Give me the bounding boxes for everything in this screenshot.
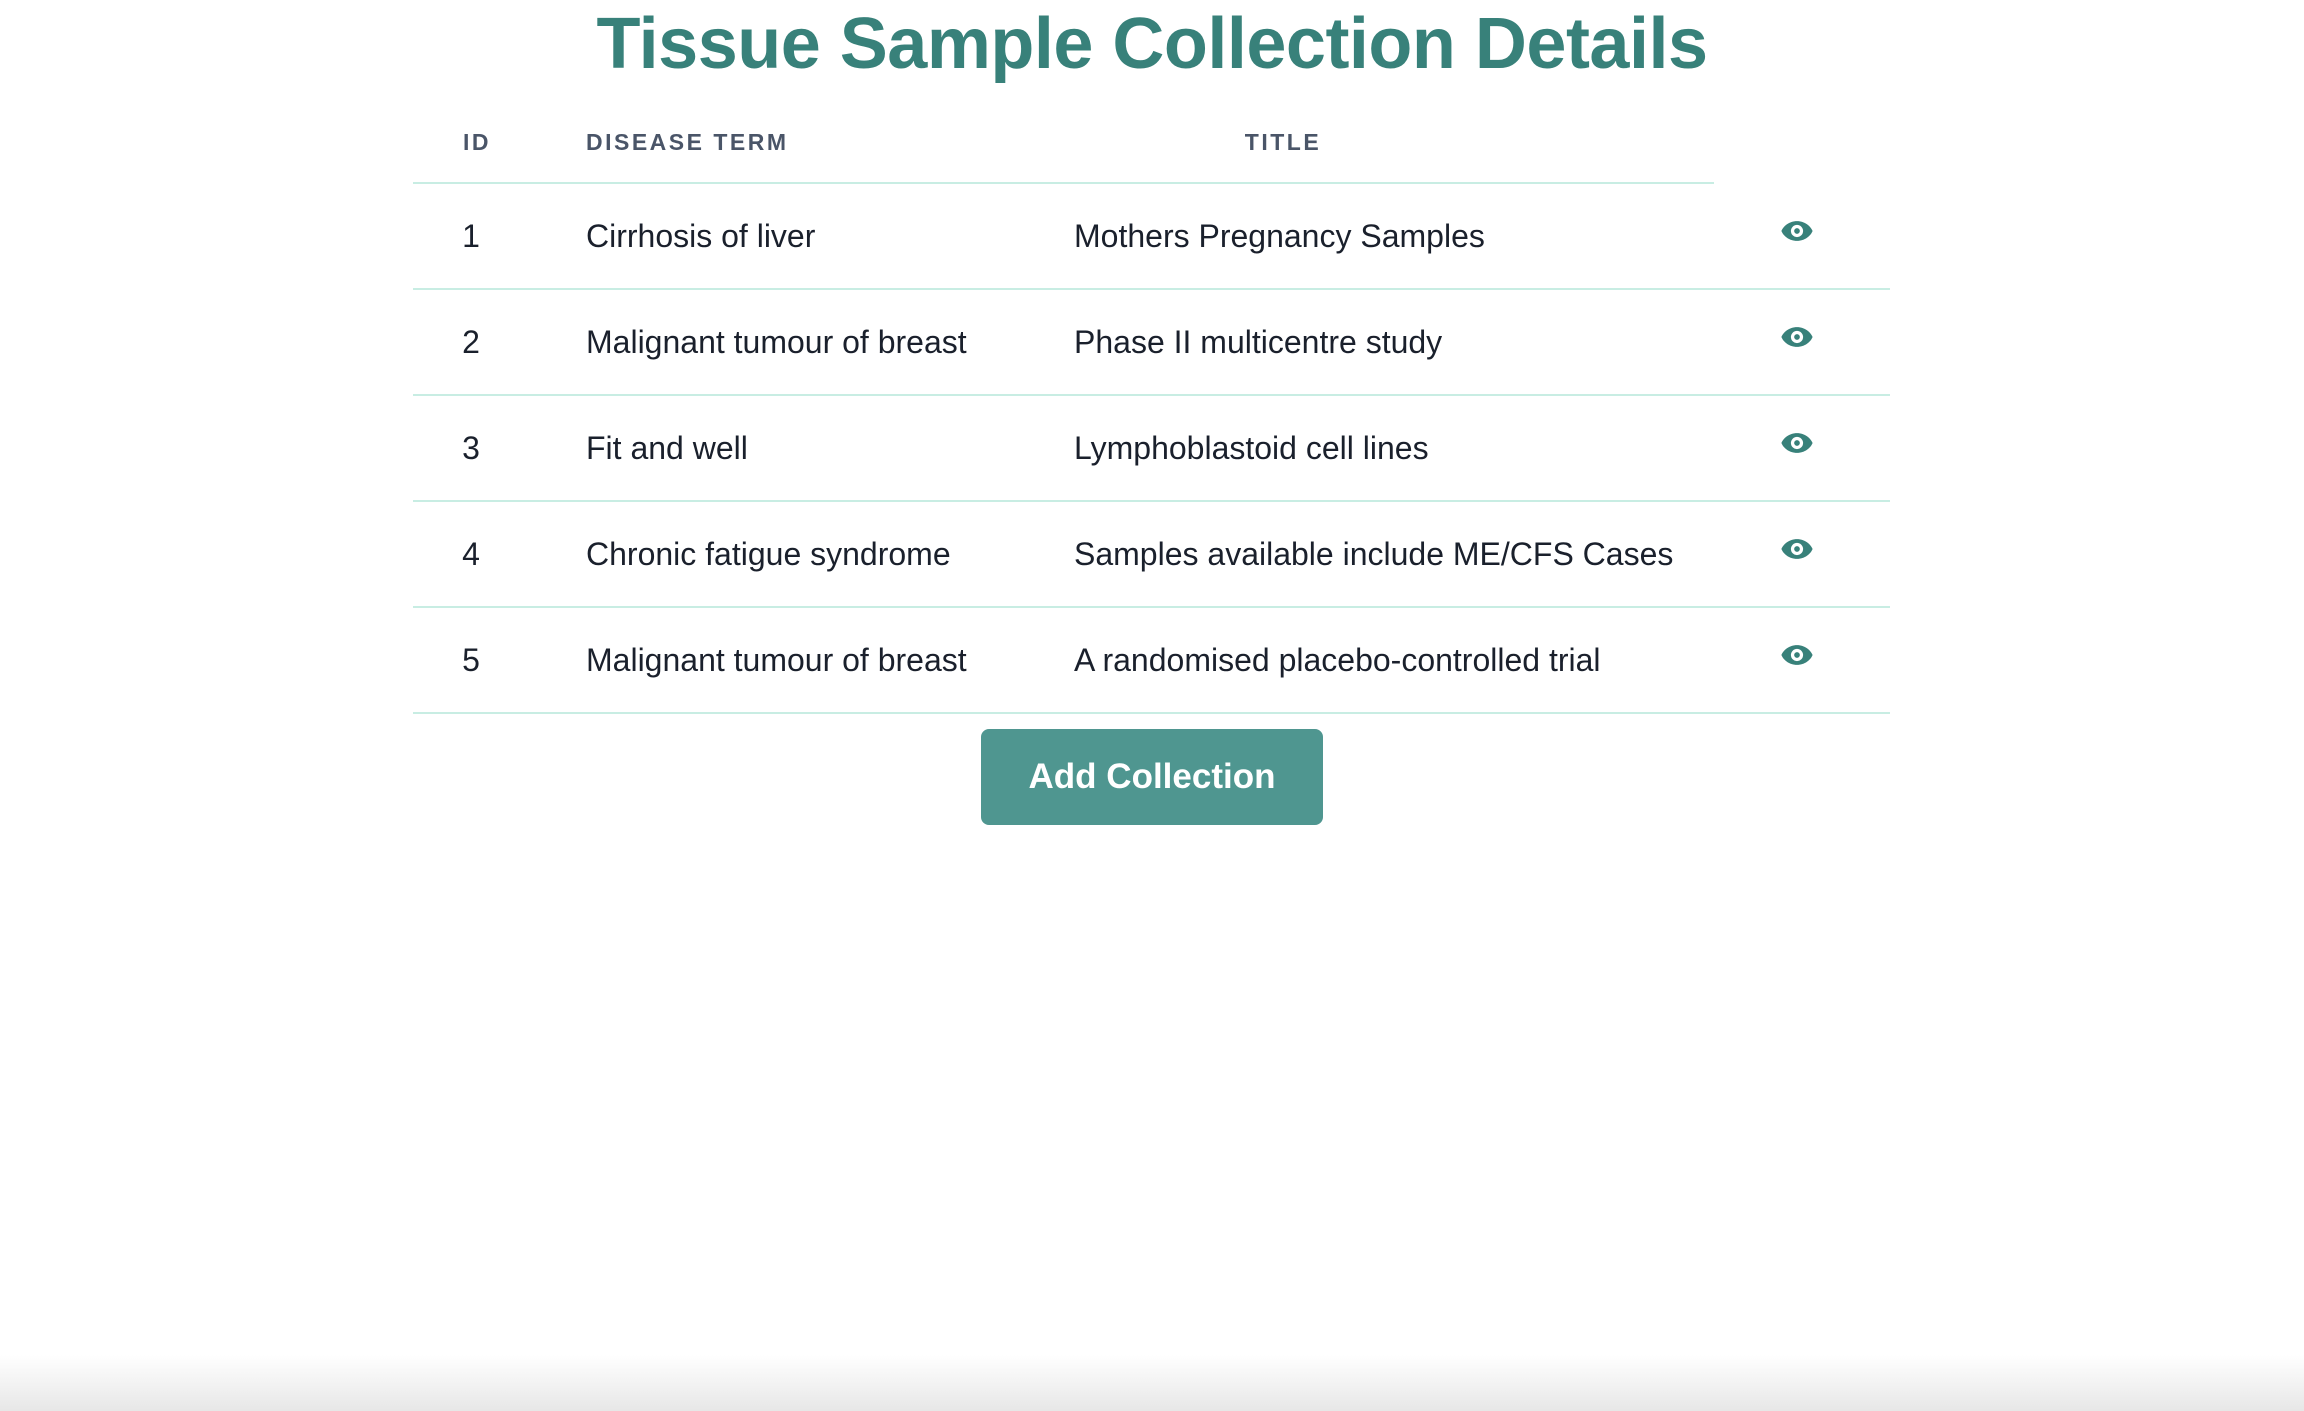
- bottom-shadow: [0, 1355, 2304, 1411]
- row-disease-term: Malignant tumour of breast: [586, 324, 967, 360]
- view-button[interactable]: [1780, 426, 1814, 460]
- row-disease-term: Chronic fatigue syndrome: [586, 536, 951, 572]
- column-header-id: ID: [463, 129, 491, 155]
- eye-icon: [1780, 214, 1814, 248]
- column-header-disease-term: DISEASE TERM: [586, 129, 789, 155]
- row-title: Mothers Pregnancy Samples: [1074, 218, 1485, 254]
- row-disease-term: Fit and well: [586, 430, 748, 466]
- column-header-title: TITLE: [1244, 129, 1322, 155]
- eye-icon: [1780, 638, 1814, 672]
- table-header: ID DISEASE TERM TITLE: [413, 108, 1714, 184]
- row-title: Samples available include ME/CFS Cases: [1074, 536, 1674, 572]
- eye-icon: [1780, 532, 1814, 566]
- row-title: A randomised placebo-controlled trial: [1074, 642, 1601, 678]
- row-id: 3: [462, 430, 480, 466]
- view-button[interactable]: [1780, 214, 1814, 248]
- view-button[interactable]: [1780, 638, 1814, 672]
- eye-icon: [1780, 320, 1814, 354]
- table-row: 5 Malignant tumour of breast A randomise…: [413, 608, 1890, 714]
- row-id: 2: [462, 324, 480, 360]
- row-id: 1: [462, 218, 480, 254]
- page-title: Tissue Sample Collection Details: [596, 4, 1708, 84]
- row-disease-term: Cirrhosis of liver: [586, 218, 816, 254]
- row-id: 4: [462, 536, 480, 572]
- row-title: Phase II multicentre study: [1074, 324, 1443, 360]
- table-row: 1 Cirrhosis of liver Mothers Pregnancy S…: [413, 184, 1890, 290]
- table-body: 1 Cirrhosis of liver Mothers Pregnancy S…: [413, 184, 1890, 714]
- add-collection-button[interactable]: Add Collection: [981, 729, 1323, 825]
- view-button[interactable]: [1780, 532, 1814, 566]
- table-row: 4 Chronic fatigue syndrome Samples avail…: [413, 502, 1890, 608]
- row-disease-term: Malignant tumour of breast: [586, 642, 967, 678]
- eye-icon: [1780, 426, 1814, 460]
- collections-table: ID DISEASE TERM TITLE 1 Cirrhosis of liv…: [413, 108, 1890, 714]
- table-row: 2 Malignant tumour of breast Phase II mu…: [413, 290, 1890, 396]
- row-id: 5: [462, 642, 480, 678]
- table-row: 3 Fit and well Lymphoblastoid cell lines: [413, 396, 1890, 502]
- row-title: Lymphoblastoid cell lines: [1074, 430, 1429, 466]
- view-button[interactable]: [1780, 320, 1814, 354]
